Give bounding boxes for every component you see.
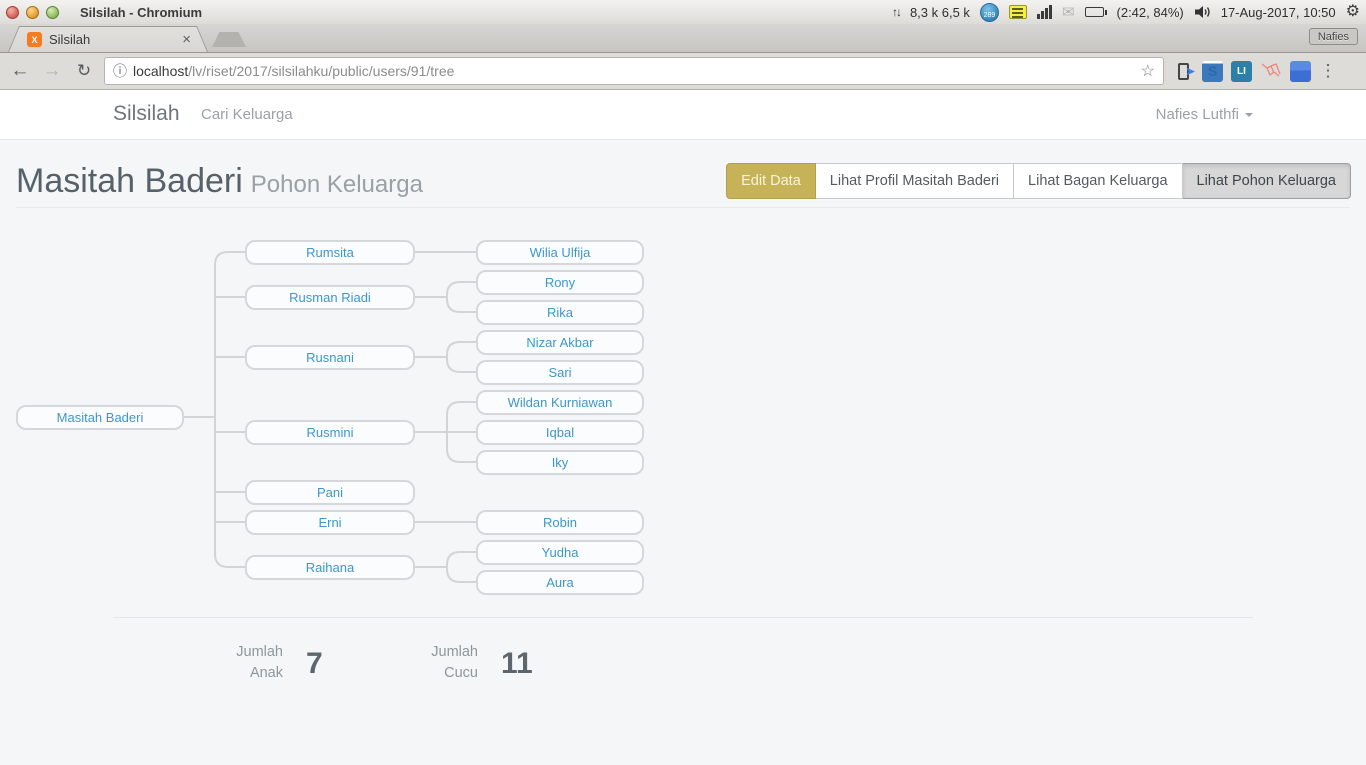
brand-link[interactable]: Silsilah bbox=[113, 102, 180, 126]
screen: Silsilah - Chromium ↑↓ 8,3 k 6,5 k 289 ✉… bbox=[0, 0, 1366, 765]
tree-node-grandchild[interactable]: Nizar Akbar bbox=[476, 330, 644, 355]
battery-label: (2:42, 84%) bbox=[1117, 5, 1184, 20]
site-navbar: Silsilah Cari Keluarga Nafies Luthfi bbox=[0, 90, 1366, 140]
person-name: Masitah Baderi bbox=[16, 162, 243, 200]
address-bar[interactable]: ⓘ localhost/lv/riset/2017/silsilahku/pub… bbox=[104, 57, 1164, 85]
stat-cucu-value: 11 bbox=[501, 647, 533, 681]
browser-tab[interactable]: X Silsilah × bbox=[8, 26, 208, 52]
gear-icon[interactable]: ⚙ bbox=[1346, 4, 1360, 20]
pushbullet-extension-icon[interactable]: ➤ bbox=[1172, 60, 1194, 82]
header-divider bbox=[16, 207, 1350, 208]
tree-node-child[interactable]: Rusman Riadi bbox=[245, 285, 415, 310]
network-speed-label: 8,3 k 6,5 k bbox=[910, 5, 970, 20]
volume-icon[interactable] bbox=[1194, 5, 1211, 19]
tab-favicon-xampp-icon: X bbox=[27, 32, 42, 47]
tree-node-grandchild[interactable]: Rika bbox=[476, 300, 644, 325]
tree-node-child[interactable]: Erni bbox=[245, 510, 415, 535]
url-path: /lv/riset/2017/silsilahku/public/users/9… bbox=[188, 63, 454, 79]
tree-node-child[interactable]: Pani bbox=[245, 480, 415, 505]
tab-title: Silsilah bbox=[49, 32, 175, 47]
page-info-icon[interactable]: ⓘ bbox=[113, 61, 127, 81]
tree-node-grandchild[interactable]: Sari bbox=[476, 360, 644, 385]
page-subtitle: Pohon Keluarga bbox=[251, 171, 423, 198]
tab-close-icon[interactable]: × bbox=[182, 32, 191, 47]
clock-label[interactable]: 17-Aug-2017, 10:50 bbox=[1221, 5, 1336, 20]
laravel-extension-icon[interactable] bbox=[1260, 60, 1282, 82]
tree-node-grandchild[interactable]: Iky bbox=[476, 450, 644, 475]
task-list-icon[interactable] bbox=[1009, 5, 1027, 19]
lihat-profil-button[interactable]: Lihat Profil Masitah Baderi bbox=[816, 163, 1014, 199]
url-host: localhost bbox=[133, 63, 188, 79]
back-icon[interactable]: ← bbox=[8, 60, 32, 82]
window-title: Silsilah - Chromium bbox=[80, 5, 202, 20]
blue-box-extension-icon[interactable] bbox=[1290, 61, 1311, 82]
stat-anak-value: 7 bbox=[306, 647, 323, 681]
action-button-group: Edit Data Lihat Profil Masitah Baderi Li… bbox=[726, 163, 1351, 199]
edit-data-button[interactable]: Edit Data bbox=[726, 163, 816, 199]
indicator-badge-icon[interactable]: 289 bbox=[980, 3, 999, 22]
nav-cari-keluarga-link[interactable]: Cari Keluarga bbox=[201, 106, 293, 123]
lihat-pohon-button[interactable]: Lihat Pohon Keluarga bbox=[1183, 163, 1351, 199]
ubuntu-top-panel: Silsilah - Chromium ↑↓ 8,3 k 6,5 k 289 ✉… bbox=[0, 0, 1366, 24]
battery-icon[interactable] bbox=[1085, 7, 1107, 17]
lihat-bagan-button[interactable]: Lihat Bagan Keluarga bbox=[1014, 163, 1182, 199]
user-dropdown-label: Nafies Luthfi bbox=[1156, 106, 1239, 123]
page-title: Masitah Baderi Pohon Keluarga bbox=[16, 162, 423, 201]
tree-node-child[interactable]: Rusmini bbox=[245, 420, 415, 445]
stat-cucu-label: JumlahCucu bbox=[398, 642, 478, 684]
mail-icon[interactable]: ✉ bbox=[1062, 3, 1075, 21]
browser-toolbar: ← → ↻ ⓘ localhost/lv/riset/2017/silsilah… bbox=[0, 52, 1366, 90]
page-content: Silsilah Cari Keluarga Nafies Luthfi Mas… bbox=[0, 90, 1366, 765]
stats-divider bbox=[113, 617, 1253, 618]
window-maximize-button[interactable] bbox=[46, 6, 59, 19]
tree-node-grandchild[interactable]: Robin bbox=[476, 510, 644, 535]
tree-node-child[interactable]: Rumsita bbox=[245, 240, 415, 265]
tree-node-grandchild[interactable]: Iqbal bbox=[476, 420, 644, 445]
forward-icon[interactable]: → bbox=[40, 60, 64, 82]
browser-menu-icon[interactable]: ⋮ bbox=[1319, 61, 1337, 81]
tree-node-grandchild[interactable]: Wilia Ulfija bbox=[476, 240, 644, 265]
window-minimize-button[interactable] bbox=[26, 6, 39, 19]
chevron-down-icon bbox=[1245, 113, 1253, 117]
new-tab-button[interactable] bbox=[212, 32, 246, 47]
url-text: localhost/lv/riset/2017/silsilahku/publi… bbox=[133, 63, 454, 79]
tree-node-grandchild[interactable]: Yudha bbox=[476, 540, 644, 565]
browser-profile-button[interactable]: Nafies bbox=[1309, 28, 1358, 45]
tree-node-child[interactable]: Raihana bbox=[245, 555, 415, 580]
tree-node-child[interactable]: Rusnani bbox=[245, 345, 415, 370]
li-extension-icon[interactable]: LI bbox=[1231, 61, 1252, 82]
signal-strength-icon[interactable] bbox=[1037, 5, 1052, 19]
network-updown-icon[interactable]: ↑↓ bbox=[892, 5, 900, 19]
reload-icon[interactable]: ↻ bbox=[72, 61, 96, 81]
tree-node-grandchild[interactable]: Aura bbox=[476, 570, 644, 595]
s-extension-icon[interactable]: S bbox=[1202, 61, 1223, 82]
window-close-button[interactable] bbox=[6, 6, 19, 19]
tree-node-grandchild[interactable]: Wildan Kurniawan bbox=[476, 390, 644, 415]
user-dropdown[interactable]: Nafies Luthfi bbox=[1156, 106, 1253, 123]
stat-anak-label: JumlahAnak bbox=[203, 642, 283, 684]
bookmark-star-icon[interactable]: ☆ bbox=[1141, 61, 1155, 81]
tree-node-root[interactable]: Masitah Baderi bbox=[16, 405, 184, 430]
browser-tab-strip: X Silsilah × Nafies bbox=[0, 24, 1366, 52]
tree-node-grandchild[interactable]: Rony bbox=[476, 270, 644, 295]
